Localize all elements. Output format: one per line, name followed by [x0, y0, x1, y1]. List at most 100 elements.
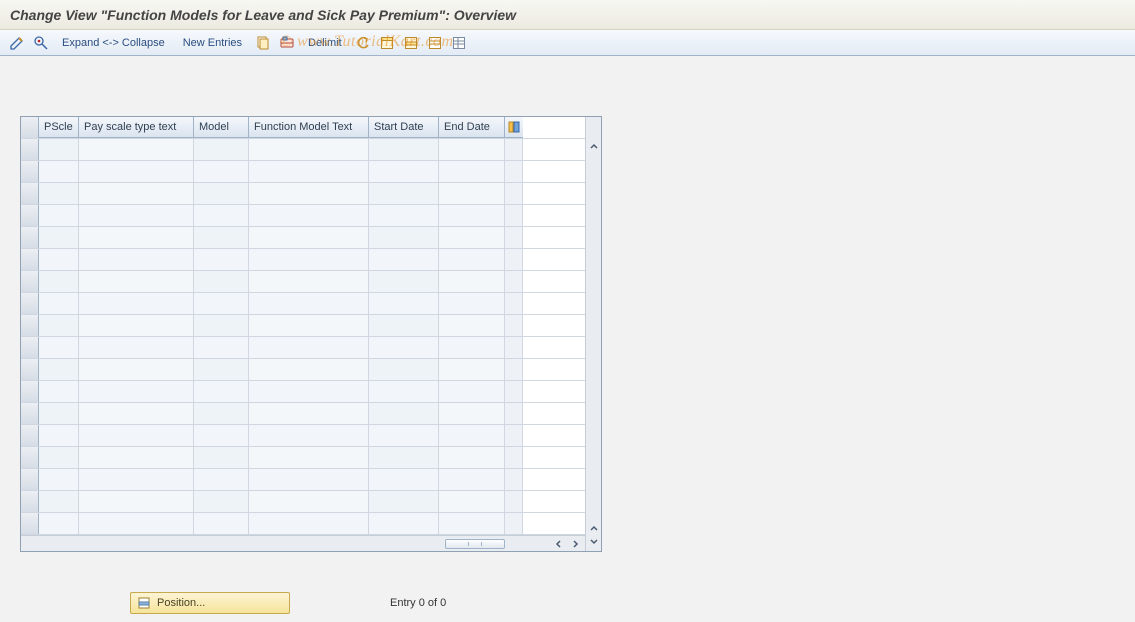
table-row[interactable] [21, 425, 585, 447]
table-row[interactable] [21, 227, 585, 249]
cell-model[interactable] [194, 359, 249, 380]
cell-end-date[interactable] [439, 513, 505, 534]
undo-change-icon[interactable] [354, 34, 372, 52]
cell-function-model-text[interactable] [249, 271, 369, 292]
cell-end-date[interactable] [439, 227, 505, 248]
table-row[interactable] [21, 403, 585, 425]
cell-function-model-text[interactable] [249, 381, 369, 402]
cell-model[interactable] [194, 337, 249, 358]
cell-end-date[interactable] [439, 161, 505, 182]
row-selector[interactable] [21, 337, 39, 358]
cell-end-date[interactable] [439, 469, 505, 490]
cell-end-date[interactable] [439, 315, 505, 336]
row-selector[interactable] [21, 161, 39, 182]
cell-end-date[interactable] [439, 381, 505, 402]
cell-start-date[interactable] [369, 359, 439, 380]
col-function-model-text[interactable]: Function Model Text [249, 117, 369, 138]
cell-model[interactable] [194, 403, 249, 424]
cell-function-model-text[interactable] [249, 337, 369, 358]
cell-start-date[interactable] [369, 337, 439, 358]
hscroll-thumb[interactable] [445, 539, 505, 549]
table-row[interactable] [21, 315, 585, 337]
table-row[interactable] [21, 293, 585, 315]
row-selector[interactable] [21, 381, 39, 402]
cell-model[interactable] [194, 491, 249, 512]
col-end-date[interactable]: End Date [439, 117, 505, 138]
cell-pay-scale-text[interactable] [79, 359, 194, 380]
cell-model[interactable] [194, 513, 249, 534]
row-selector[interactable] [21, 403, 39, 424]
delimit-button[interactable]: Delimit [302, 35, 348, 51]
cell-function-model-text[interactable] [249, 315, 369, 336]
cell-end-date[interactable] [439, 205, 505, 226]
col-pay-scale-text[interactable]: Pay scale type text [79, 117, 194, 138]
cell-pscle[interactable] [39, 139, 79, 160]
cell-function-model-text[interactable] [249, 359, 369, 380]
cell-pay-scale-text[interactable] [79, 403, 194, 424]
cell-function-model-text[interactable] [249, 469, 369, 490]
cell-model[interactable] [194, 315, 249, 336]
row-selector[interactable] [21, 469, 39, 490]
cell-function-model-text[interactable] [249, 227, 369, 248]
vscroll-down-icon[interactable] [588, 535, 600, 547]
cell-start-date[interactable] [369, 513, 439, 534]
cell-model[interactable] [194, 139, 249, 160]
cell-pay-scale-text[interactable] [79, 491, 194, 512]
cell-end-date[interactable] [439, 403, 505, 424]
cell-model[interactable] [194, 293, 249, 314]
table-row[interactable] [21, 513, 585, 535]
cell-start-date[interactable] [369, 271, 439, 292]
cell-model[interactable] [194, 183, 249, 204]
cell-pscle[interactable] [39, 381, 79, 402]
cell-start-date[interactable] [369, 227, 439, 248]
copy-as-icon[interactable] [254, 34, 272, 52]
cell-pscle[interactable] [39, 293, 79, 314]
toggle-change-display-icon[interactable] [8, 34, 26, 52]
cell-end-date[interactable] [439, 425, 505, 446]
table-row[interactable] [21, 359, 585, 381]
cell-pay-scale-text[interactable] [79, 469, 194, 490]
cell-model[interactable] [194, 469, 249, 490]
row-selector[interactable] [21, 205, 39, 226]
cell-end-date[interactable] [439, 447, 505, 468]
cell-pscle[interactable] [39, 161, 79, 182]
cell-pay-scale-text[interactable] [79, 315, 194, 336]
table-row[interactable] [21, 161, 585, 183]
cell-pay-scale-text[interactable] [79, 293, 194, 314]
col-model[interactable]: Model [194, 117, 249, 138]
cell-pscle[interactable] [39, 425, 79, 446]
cell-model[interactable] [194, 381, 249, 402]
cell-pay-scale-text[interactable] [79, 183, 194, 204]
cell-end-date[interactable] [439, 491, 505, 512]
cell-pscle[interactable] [39, 513, 79, 534]
row-selector[interactable] [21, 183, 39, 204]
table-row[interactable] [21, 271, 585, 293]
cell-end-date[interactable] [439, 271, 505, 292]
cell-pscle[interactable] [39, 315, 79, 336]
row-selector[interactable] [21, 293, 39, 314]
cell-pscle[interactable] [39, 227, 79, 248]
cell-pscle[interactable] [39, 469, 79, 490]
cell-end-date[interactable] [439, 139, 505, 160]
cell-function-model-text[interactable] [249, 183, 369, 204]
cell-model[interactable] [194, 249, 249, 270]
cell-start-date[interactable] [369, 205, 439, 226]
cell-end-date[interactable] [439, 183, 505, 204]
cell-function-model-text[interactable] [249, 293, 369, 314]
cell-start-date[interactable] [369, 161, 439, 182]
other-view-icon[interactable] [32, 34, 50, 52]
cell-function-model-text[interactable] [249, 491, 369, 512]
cell-start-date[interactable] [369, 249, 439, 270]
cell-start-date[interactable] [369, 425, 439, 446]
cell-pscle[interactable] [39, 403, 79, 424]
cell-model[interactable] [194, 161, 249, 182]
table-row[interactable] [21, 205, 585, 227]
cell-function-model-text[interactable] [249, 513, 369, 534]
cell-pscle[interactable] [39, 337, 79, 358]
table-row[interactable] [21, 337, 585, 359]
row-selector-header[interactable] [21, 117, 39, 138]
cell-start-date[interactable] [369, 183, 439, 204]
row-selector[interactable] [21, 491, 39, 512]
cell-pay-scale-text[interactable] [79, 513, 194, 534]
cell-model[interactable] [194, 271, 249, 292]
